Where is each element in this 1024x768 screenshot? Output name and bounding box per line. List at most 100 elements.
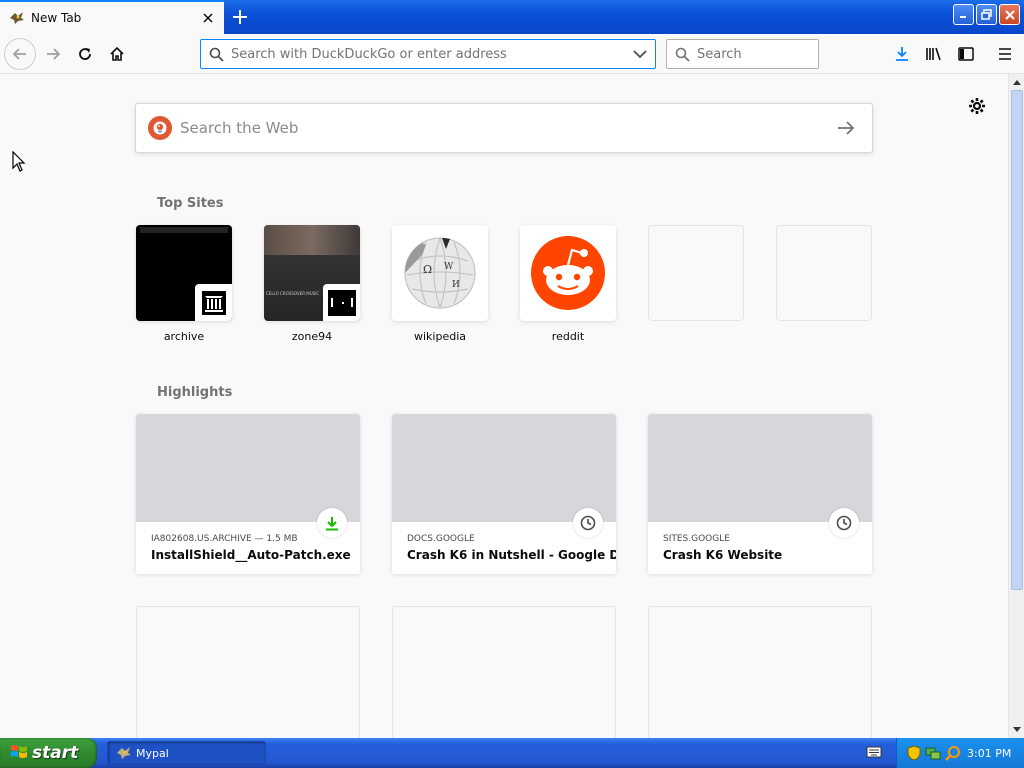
reload-button[interactable] <box>69 38 101 70</box>
top-site-tile: CELLO CROSSOVER MUSIC <box>264 225 360 321</box>
taskbar-item-mypal[interactable]: Mypal <box>107 741 266 765</box>
title-bar: New Tab <box>0 0 1024 34</box>
system-tray: 3:01 PM <box>896 738 1024 768</box>
search-bar[interactable] <box>666 39 867 69</box>
top-site-reddit[interactable]: reddit <box>520 225 616 344</box>
minimize-button[interactable] <box>953 4 974 25</box>
svg-text:И: И <box>452 280 460 290</box>
reddit-logo-icon <box>531 236 605 310</box>
internet-archive-icon <box>195 284 232 321</box>
top-site-empty[interactable] <box>648 225 744 344</box>
sidebar-icon <box>958 47 974 61</box>
address-bar[interactable] <box>200 39 656 69</box>
download-icon <box>317 508 347 538</box>
top-site-tile <box>136 225 232 321</box>
card-source: SITES.GOOGLE <box>663 534 730 544</box>
search-submit-arrow-icon[interactable] <box>826 108 866 148</box>
highlights-grid: IA802608.US.ARCHIVE — 1.5 MB InstallShie… <box>136 414 872 738</box>
top-sites-grid: archive CELLO CROSSOVER MUSIC zone94 Ω W… <box>136 225 872 344</box>
page-scrollbar[interactable] <box>1008 74 1024 738</box>
archive-thumb-header <box>140 227 228 233</box>
forward-arrow-icon <box>47 48 61 60</box>
card-preview <box>648 414 872 522</box>
chevron-down-icon[interactable] <box>625 40 655 68</box>
web-search-input[interactable] <box>180 119 826 137</box>
back-button[interactable] <box>4 38 36 70</box>
keyboard-icon[interactable] <box>866 745 882 762</box>
zone94-thumb-text: CELLO CROSSOVER MUSIC <box>266 291 320 296</box>
library-button[interactable] <box>918 38 950 70</box>
tab-new-tab[interactable]: New Tab <box>0 0 224 34</box>
windows-flag-icon <box>10 743 28 764</box>
mypal-app-icon <box>116 746 132 760</box>
search-icon <box>201 40 231 68</box>
top-site-placeholder <box>648 225 744 321</box>
home-icon <box>110 46 124 61</box>
top-site-empty[interactable] <box>776 225 872 344</box>
svg-text:W: W <box>444 262 454 272</box>
sidebar-toggle-button[interactable] <box>950 38 982 70</box>
highlights-heading: Highlights <box>157 385 233 400</box>
card-title: Crash K6 Website <box>663 548 783 562</box>
search-icon <box>667 40 697 68</box>
highlight-placeholder <box>136 606 360 738</box>
card-title: InstallShield__Auto-Patch.exe <box>151 548 351 562</box>
top-site-tile <box>520 225 616 321</box>
zone94-icon <box>323 284 360 321</box>
card-source: DOCS.GOOGLE <box>407 534 475 544</box>
start-label: start <box>32 743 79 763</box>
download-icon <box>896 47 908 61</box>
newtab-page: Top Sites archive CELLO CROSSOVER MUSIC … <box>0 74 1008 738</box>
top-site-zone94[interactable]: CELLO CROSSOVER MUSIC zone94 <box>264 225 360 344</box>
zone94-thumb-banner <box>264 225 360 255</box>
highlight-card[interactable]: IA802608.US.ARCHIVE — 1.5 MB InstallShie… <box>136 414 360 574</box>
security-shield-icon[interactable] <box>907 745 921 761</box>
search-input[interactable] <box>697 40 867 68</box>
scroll-thumb[interactable] <box>1011 90 1023 590</box>
mypal-favicon-icon <box>9 10 25 26</box>
wikipedia-globe-icon: Ω W И <box>404 237 476 309</box>
mouse-pointer-icon <box>12 150 26 176</box>
magnifier-tray-icon[interactable] <box>945 745 961 761</box>
start-button[interactable]: start <box>0 738 97 768</box>
scroll-down-arrow-icon[interactable] <box>1009 722 1024 738</box>
hamburger-menu-icon <box>999 48 1011 60</box>
gear-icon[interactable] <box>964 93 990 119</box>
top-site-label: wikipedia <box>413 330 466 343</box>
reload-icon <box>79 48 91 60</box>
card-source: IA802608.US.ARCHIVE — 1.5 MB <box>151 534 298 544</box>
card-preview <box>392 414 616 522</box>
top-site-archive[interactable]: archive <box>136 225 232 344</box>
web-search-box[interactable] <box>135 103 873 153</box>
home-button[interactable] <box>101 38 133 70</box>
new-tab-plus-icon[interactable] <box>228 5 252 29</box>
windows-taskbar: start Mypal 3:01 PM <box>0 738 1024 768</box>
navigation-toolbar <box>0 34 1024 74</box>
top-site-tile: Ω W И <box>392 225 488 321</box>
highlight-card[interactable]: DOCS.GOOGLE Crash K6 in Nutshell - Googl… <box>392 414 616 574</box>
forward-button[interactable] <box>37 38 69 70</box>
close-tab-icon[interactable] <box>198 8 218 28</box>
svg-text:Ω: Ω <box>423 263 432 276</box>
taskbar-item-label: Mypal <box>136 746 169 760</box>
menu-button[interactable] <box>989 38 1021 70</box>
tab-title: New Tab <box>31 11 82 25</box>
downloads-button[interactable] <box>886 38 918 70</box>
highlight-placeholder <box>648 606 872 738</box>
top-site-label: archive <box>163 330 205 343</box>
library-icon <box>926 47 941 61</box>
duckduckgo-logo-icon <box>148 116 172 140</box>
top-site-wikipedia[interactable]: Ω W И wikipedia <box>392 225 488 344</box>
top-site-label: zone94 <box>291 330 333 343</box>
top-site-placeholder <box>776 225 872 321</box>
window-controls <box>953 4 1020 25</box>
card-preview <box>136 414 360 522</box>
network-icon[interactable] <box>925 745 941 761</box>
close-window-button[interactable] <box>999 4 1020 25</box>
restore-button[interactable] <box>976 4 997 25</box>
address-input[interactable] <box>231 40 625 68</box>
scroll-up-arrow-icon[interactable] <box>1009 74 1024 90</box>
top-site-label: reddit <box>551 330 585 343</box>
highlight-placeholder <box>392 606 616 738</box>
highlight-card[interactable]: SITES.GOOGLE Crash K6 Website <box>648 414 872 574</box>
